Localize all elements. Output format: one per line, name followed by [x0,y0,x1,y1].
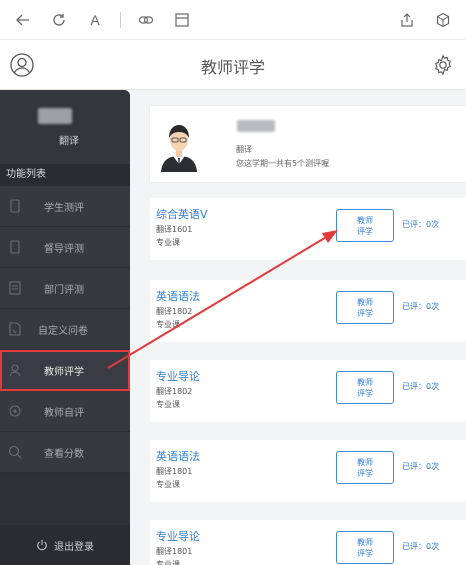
course-class: 翻译1802 [156,307,193,316]
course-type: 专业课 [156,320,180,329]
sidebar-item-label: 自定义问卷 [38,325,88,337]
button-line: 评学 [357,549,373,558]
course-name: 综合英语V [156,208,208,221]
sidebar-section-title: 功能列表 [0,164,130,186]
eval-status: 已评：0次 [402,382,440,391]
sidebar-item-label: 查看分数 [44,448,84,460]
bookmark-panel-icon[interactable] [171,9,193,31]
sidebar-item-label: 督导评测 [44,243,84,255]
sidebar-item-custom-survey[interactable]: 自定义问卷 [0,309,130,350]
course-class: 翻译1802 [156,387,193,396]
button-line: 评学 [357,469,373,478]
survey-icon [9,322,21,336]
gear-icon[interactable] [432,54,454,76]
sidebar-item-supervisor-eval[interactable]: 督导评测 [0,227,130,268]
button-line: 评学 [357,389,373,398]
text-size-icon[interactable]: A [84,9,106,31]
course-type: 专业课 [156,560,180,565]
sidebar-item-label: 部门评测 [44,284,84,296]
logout-button[interactable]: 退出登录 [0,525,130,565]
sidebar-item-label: 教师自评 [44,407,84,419]
eval-status: 已评：0次 [402,220,440,229]
blurred-username [38,108,72,124]
self-eval-icon [9,405,21,417]
sidebar-item-teacher-eval[interactable]: 教师评学 [0,350,130,391]
teacher-role: 翻译 [236,145,252,154]
eval-status: 已评：0次 [402,302,440,311]
teacher-icon [9,364,21,377]
back-arrow-icon[interactable] [12,9,34,31]
course-type: 专业课 [156,238,180,247]
eval-status: 已评：0次 [402,542,440,551]
course-type: 专业课 [156,480,180,489]
page-title: 教师评学 [200,58,265,77]
course-class: 翻译1801 [156,547,193,556]
app-header: 教师评学 [0,40,466,90]
share-icon[interactable] [396,9,418,31]
button-line: 教师 [357,538,373,547]
teacher-eval-button[interactable]: 教师 评学 [336,531,394,564]
teacher-eval-button[interactable]: 教师 评学 [336,451,394,484]
course-name: 专业导论 [156,370,200,383]
sidebar-user-role: 翻译 [59,136,79,147]
phone-icon [10,199,20,213]
sidebar: 翻译 功能列表 学生测评 督导评测 部门评测 自定义问卷 教师评学 教师自评 查… [0,90,130,565]
refresh-icon[interactable] [48,9,70,31]
course-card: 专业导论 翻译1802 专业课 教师评学 已评：0次 [150,360,466,422]
sidebar-item-label: 教师评学 [44,366,84,378]
button-line: 教师 [357,378,373,387]
teacher-profile-card: 翻译 您这学期一共有5个测评喔 [150,106,466,182]
main-content: 翻译 您这学期一共有5个测评喔 综合英语V 翻译1601 专业课 教师 评学 已评… [130,90,466,565]
browser-toolbar: A [0,0,466,40]
document-icon [9,281,21,295]
course-class: 翻译1801 [156,467,193,476]
evaluation-count-note: 您这学期一共有5个测评喔 [236,159,330,168]
course-class: 翻译1601 [156,225,193,234]
link-icon[interactable] [135,9,157,31]
course-name: 专业导论 [156,530,200,543]
course-card: 英语语法 翻译1801 专业课 教师评学 已评：0次 [150,440,466,502]
button-line: 评学 [357,309,373,318]
sidebar-user-block: 翻译 [0,90,130,164]
course-card: 英语语法 翻译1802 专业课 教师评学 已评：0次 [150,280,466,342]
sidebar-item-student-eval[interactable]: 学生测评 [0,186,130,227]
button-line: 教师 [357,458,373,467]
sidebar-item-teacher-self-eval[interactable]: 教师自评 [0,391,130,432]
course-card: 综合英语V 翻译1601 专业课 教师评学 已评：0次 [150,198,466,260]
course-type: 专业课 [156,400,180,409]
logout-label: 退出登录 [54,541,94,553]
sidebar-item-department-eval[interactable]: 部门评测 [0,268,130,309]
teacher-avatar [161,125,197,172]
course-name: 英语语法 [156,290,200,303]
sidebar-item-view-score[interactable]: 查看分数 [0,432,130,473]
button-line: 教师 [357,298,373,307]
button-line: 教师 [357,216,373,225]
extension-icon[interactable] [432,9,454,31]
course-card: 专业导论 翻译1801 专业课 教师评学 已评：0次 [150,520,466,565]
score-search-icon [8,445,22,459]
eval-status: 已评：0次 [402,462,440,471]
power-icon [37,539,47,551]
text-size-glyph: A [90,11,100,28]
blurred-teacher-name [237,120,275,132]
course-name: 英语语法 [156,450,200,463]
teacher-eval-button[interactable]: 教师 评学 [336,291,394,324]
button-line: 评学 [357,227,373,236]
sidebar-item-label: 学生测评 [44,202,84,214]
toolbar-divider [120,11,121,28]
teacher-eval-button[interactable]: 教师 评学 [336,371,394,404]
teacher-eval-button[interactable]: 教师 评学 [336,209,394,242]
phone-icon [10,240,20,254]
